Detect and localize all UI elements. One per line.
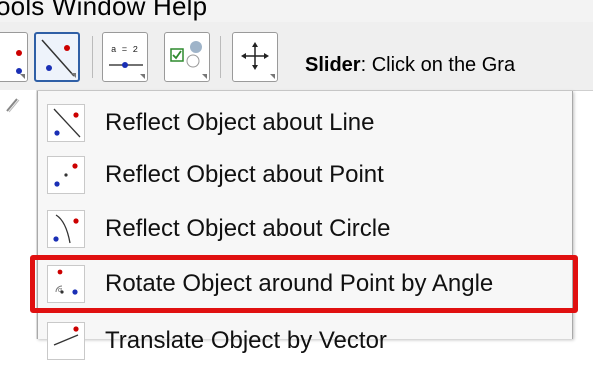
dropdown-arrow-icon <box>202 74 207 79</box>
menu-bar: ools Window Help <box>0 0 593 22</box>
tool-help-description: : Click on the Gra <box>360 54 516 76</box>
menu-item-label: Rotate Object around Point by Angle <box>105 270 494 297</box>
dropdown-arrow-icon <box>270 74 275 79</box>
menu-item-label: Reflect Object about Line <box>105 109 375 136</box>
menu-item-reflect-point[interactable]: Reflect Object about Point <box>38 147 572 203</box>
tool-help-text: Slider: Click on the Gra <box>305 54 515 77</box>
menu-item-reflect-circle[interactable]: Reflect Object about Circle <box>38 201 572 257</box>
tool-reflect-active-button[interactable] <box>34 32 80 82</box>
toolbar: a = 2 Slider: Click on the Gra <box>0 22 593 91</box>
dropdown-arrow-icon <box>140 74 145 79</box>
dropdown-arrow-icon <box>71 73 76 78</box>
toolbar-separator <box>92 36 93 78</box>
tool-checkbox-button[interactable] <box>164 32 210 82</box>
toolbar-separator <box>220 36 221 78</box>
rotate-icon: α <box>47 265 85 303</box>
menu-item-label: Translate Object by Vector <box>105 327 387 354</box>
tool-move-graphics-button[interactable] <box>232 32 278 82</box>
menu-item-label: Reflect Object about Point <box>105 161 384 188</box>
reflect-point-icon <box>47 156 85 194</box>
tool-help-title: Slider <box>305 54 361 76</box>
reflect-line-icon <box>47 104 85 142</box>
tool-previous-button[interactable] <box>0 32 28 82</box>
menu-bar-text[interactable]: ools Window Help <box>0 0 207 22</box>
reflect-circle-icon <box>47 210 85 248</box>
menu-item-rotate-around-point[interactable]: α Rotate Object around Point by Angle <box>30 255 578 313</box>
translate-vector-icon <box>47 322 85 360</box>
menu-item-translate-vector[interactable]: Translate Object by Vector <box>38 313 572 369</box>
dropdown-arrow-icon <box>20 74 25 79</box>
menu-item-reflect-line[interactable]: Reflect Object about Line <box>38 95 572 151</box>
pencil-icon <box>6 98 20 113</box>
menu-item-label: Reflect Object about Circle <box>105 215 391 242</box>
transform-tools-menu: Reflect Object about Line Reflect Object… <box>30 91 578 360</box>
slider-value-label: a = 2 <box>111 45 139 55</box>
tool-slider-button[interactable]: a = 2 <box>102 32 148 82</box>
